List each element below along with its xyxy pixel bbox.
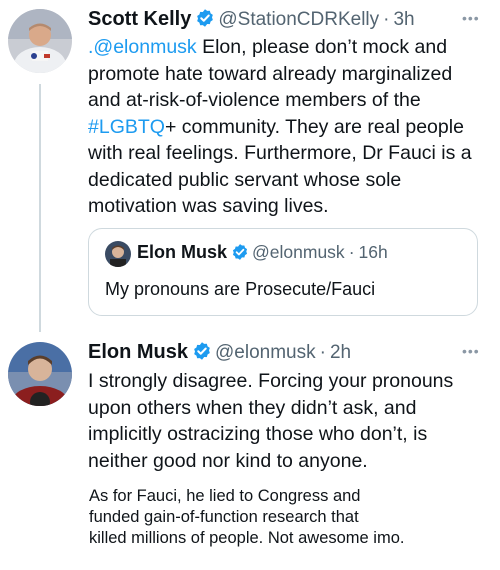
quote-separator: · [348, 242, 355, 262]
overlay-caption: As for Fauci, he lied to Congress and fu… [89, 486, 489, 549]
tweet1-hashtag-link[interactable]: #LGBTQ [88, 116, 165, 138]
tweet1-author-name[interactable]: Scott Kelly [88, 8, 191, 30]
quoted-tweet-card[interactable]: Elon Musk @elonmusk · 16h My pronouns are P… [88, 228, 478, 316]
quote-handle[interactable]: @elonmusk [252, 242, 345, 262]
tweet2-author-name[interactable]: Elon Musk [88, 341, 188, 363]
overlay-line-3: killed millions of people. Not awesome i… [89, 529, 405, 547]
verified-badge-icon [231, 243, 249, 266]
tweet1-mention-link[interactable]: .@elonmusk [88, 36, 197, 58]
avatar-scott-kelly[interactable] [8, 9, 72, 73]
tweet1-header: Scott Kelly @StationCDRKelly · 3h [88, 8, 488, 34]
quote-text: My pronouns are Prosecute/Fauci [105, 279, 376, 299]
quote-header: Elon Musk @elonmusk · 16h [137, 242, 388, 266]
tweet1-timestamp[interactable]: 3h [393, 9, 414, 30]
quote-timestamp[interactable]: 16h [359, 242, 388, 262]
quote-avatar-elon [105, 241, 131, 267]
thread-connector-line [39, 84, 41, 332]
tweet2-separator: · [319, 342, 326, 363]
tweet1-body: .@elonmusk Elon, please don’t mock and p… [88, 34, 490, 220]
tweet2-more-options-icon[interactable]: ••• [462, 343, 480, 359]
overlay-line-2: funded gain-of-function research that [89, 508, 359, 526]
tweet1-separator: · [383, 9, 390, 30]
tweet2-timestamp[interactable]: 2h [330, 342, 351, 363]
elon-small-avatar-icon [105, 241, 131, 267]
avatar-elon-musk[interactable] [8, 342, 72, 406]
tweet2-handle[interactable]: @elonmusk [215, 342, 316, 363]
verified-badge-icon [195, 8, 215, 33]
verified-badge-icon [192, 341, 212, 366]
quote-author-name[interactable]: Elon Musk [137, 242, 227, 262]
tweet1-more-options-icon[interactable]: ••• [462, 10, 480, 26]
tweet2-header: Elon Musk @elonmusk · 2h [88, 341, 488, 367]
tweet2-body: I strongly disagree. Forcing your pronou… [88, 370, 454, 472]
elon-avatar-icon [8, 342, 72, 406]
astronaut-avatar-icon [8, 9, 72, 73]
overlay-line-1: As for Fauci, he lied to Congress and [89, 487, 361, 505]
tweet1-handle[interactable]: @StationCDRKelly [218, 9, 379, 30]
